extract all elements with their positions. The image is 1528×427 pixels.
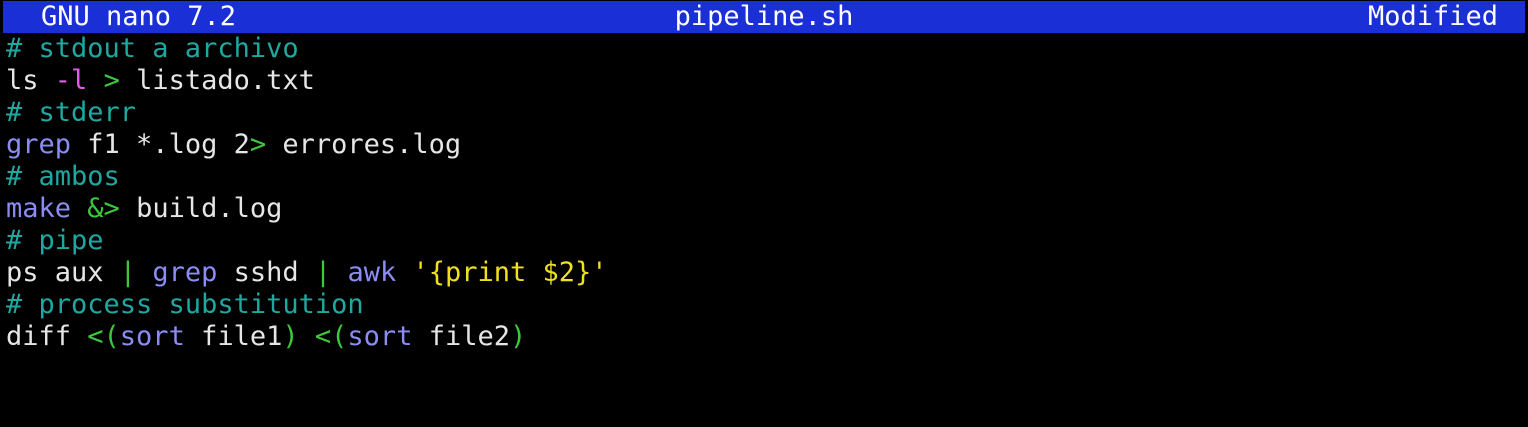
code-token-operator: ) [510,321,527,352]
code-line[interactable]: diff <(sort file1) <(sort file2) [6,321,1528,353]
code-token-operator: > [103,65,120,96]
code-token-keyword: sort [347,321,413,352]
code-token-operator: <( [314,321,348,352]
code-token-string: '{print $2}' [412,257,608,288]
code-token-plain: ps aux [6,257,120,288]
code-token-operator: <( [87,321,120,352]
code-token-plain: listado.txt [119,65,315,96]
code-line[interactable]: # process substitution [6,289,1528,321]
code-token-operator: &> [87,193,120,224]
code-token-comment: # pipe [6,225,104,256]
code-line[interactable]: # pipe [6,225,1528,257]
code-token-plain: sshd [217,257,315,288]
code-line[interactable]: ps aux | grep sshd | awk '{print $2}' [6,257,1528,289]
code-token-plain: build.log [119,193,283,224]
code-token-plain: f1 *.log 2 [71,129,250,160]
nano-titlebar: GNU nano 7.2 pipeline.sh Modified [3,1,1525,33]
code-token-operator: ) [282,321,299,352]
code-token-comment: # ambos [6,161,120,192]
code-token-plain: file2 [412,321,510,352]
code-line[interactable]: make &> build.log [6,193,1528,225]
code-token-keyword: sort [119,321,185,352]
code-token-comment: # process substitution [6,289,364,320]
code-token-plain: file1 [184,321,283,352]
code-line[interactable]: # stdout a archivo [6,33,1528,65]
code-line[interactable]: # ambos [6,161,1528,193]
code-line[interactable]: # stderr [6,97,1528,129]
file-name: pipeline.sh [674,1,854,32]
code-token-keyword: grep [152,257,218,288]
code-token-keyword: make [6,193,72,224]
text-editing-area[interactable]: # stdout a archivo ls -l > listado.txt # s… [6,33,1528,353]
code-line[interactable]: ls -l > listado.txt [6,65,1528,97]
nano-editor-window[interactable]: GNU nano 7.2 pipeline.sh Modified # stdo… [0,0,1528,427]
code-token-operator: > [249,129,267,160]
code-token-keyword: grep [6,129,72,160]
code-token-flag: -l [54,65,88,96]
code-token-plain: diff [6,321,88,352]
code-token-operator: | [119,257,137,288]
code-token-comment: # stderr [6,97,137,128]
code-token-operator: | [314,257,332,288]
modified-status: Modified [1367,1,1498,32]
code-token-keyword: awk [347,257,397,288]
code-token-comment: # stdout a archivo [6,33,299,64]
code-token-plain: errores.log [266,129,462,160]
code-token-plain: ls [6,65,55,96]
code-line[interactable]: grep f1 *.log 2> errores.log [6,129,1528,161]
